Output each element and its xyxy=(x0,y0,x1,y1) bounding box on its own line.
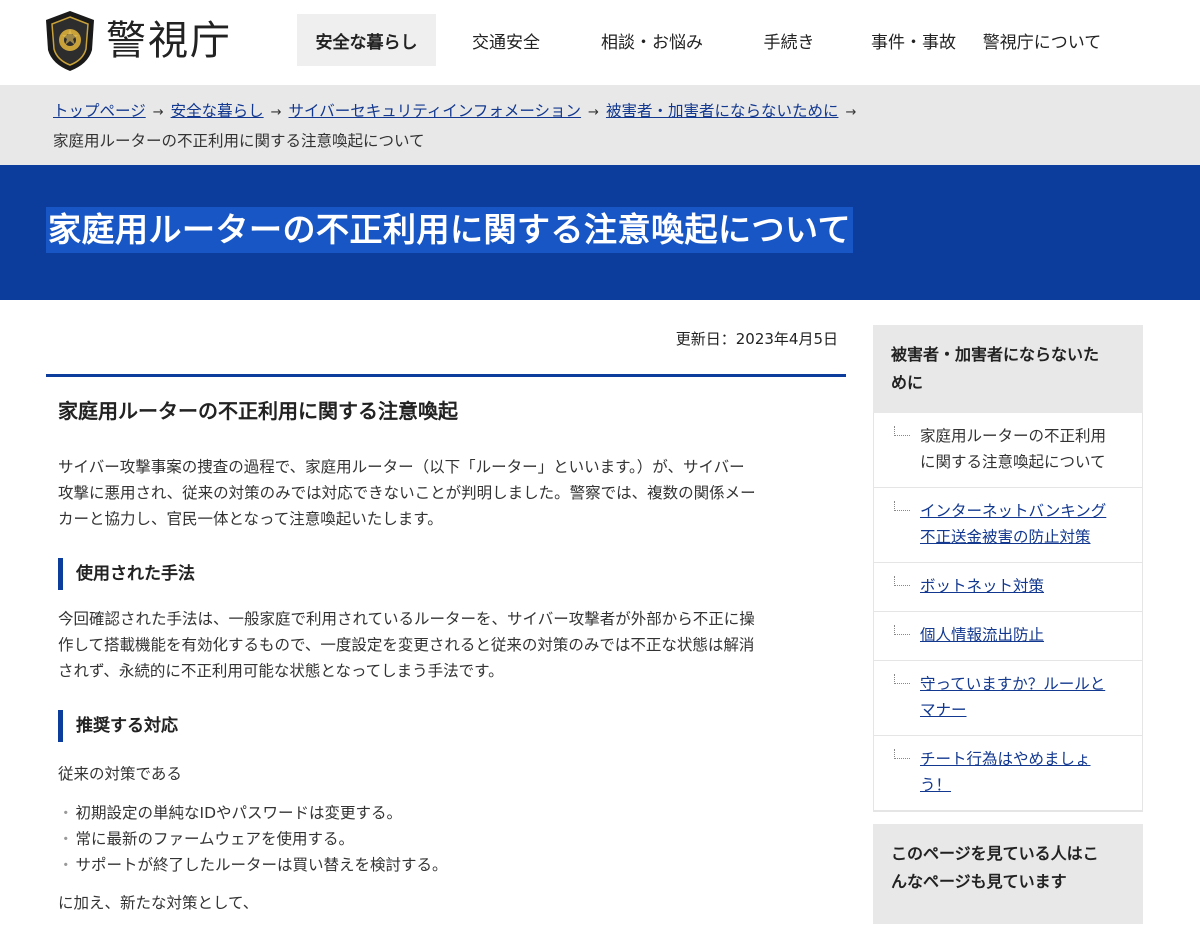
sidebar-item-link[interactable]: 不正送金被害の防止対策 xyxy=(920,528,1091,546)
intro-line: カーと協力し、官民一体となって注意喚起いたします。 xyxy=(58,510,443,528)
article-heading: 家庭用ルーターの不正利用に関する注意喚起 xyxy=(46,374,846,424)
nav-item-safe-living[interactable]: 安全な暮らし xyxy=(297,14,436,66)
sidebar-item-link[interactable]: 守っていますか？ルールと xyxy=(920,675,1105,693)
section-heading-recommended: 推奨する対応 xyxy=(58,710,178,742)
sidebar-item-link[interactable]: インターネットバンキング xyxy=(920,502,1106,520)
sidebar-item-rules-manners[interactable]: 守っていますか？ルールと マナー xyxy=(874,661,1142,736)
sidebar-item-router-alert: 家庭用ルーターの不正利用 に関する注意喚起について xyxy=(874,413,1142,488)
breadcrumb-arrow-icon: → xyxy=(270,105,282,120)
tree-branch-icon xyxy=(894,625,910,635)
intro-paragraph: サイバー攻撃事案の捜査の過程で、家庭用ルーター（以下「ルーター」といいます。）が… xyxy=(58,454,838,532)
sidebar: 被害者・加害者にならないた めに 家庭用ルーターの不正利用 に関する注意喚起につ… xyxy=(873,325,1143,924)
nav-item-traffic-safety[interactable]: 交通安全 xyxy=(436,14,576,66)
sidebar-item-link[interactable]: ボットネット対策 xyxy=(920,577,1044,595)
list-item: サポートが終了したルーターは買い替えを検討する。 xyxy=(58,852,448,878)
tree-branch-icon xyxy=(894,426,910,436)
logo-text: 警視庁 xyxy=(106,18,232,64)
breadcrumb: トップページ → 安全な暮らし → サイバーセキュリティインフォメーション → 被害者・加害… xyxy=(0,85,1200,165)
recommended-lead: 従来の対策である xyxy=(58,765,182,783)
sidebar-title-line: 被害者・加害者にならないた xyxy=(891,345,1100,364)
tree-branch-icon xyxy=(894,749,910,759)
method-line: 作して搭載機能を有効化するもので、一度設定を変更されると従来の対策のみでは不正な… xyxy=(58,636,755,654)
list-item: 初期設定の単純なIDやパスワードは変更する。 xyxy=(58,800,448,826)
method-paragraph: 今回確認された手法は、一般家庭で利用されているルーターを、サイバー攻撃者が外部か… xyxy=(58,606,838,684)
global-nav: 安全な暮らし 交通安全 相談・お悩み 手続き 事件・事故 警視庁について xyxy=(297,14,1107,66)
sidebar-item-cheating[interactable]: チート行為はやめましょ う！ xyxy=(874,736,1142,811)
nav-item-consultation[interactable]: 相談・お悩み xyxy=(576,14,728,66)
sidebar-item-botnet[interactable]: ボットネット対策 xyxy=(874,563,1142,612)
sidebar-item-net-banking[interactable]: インターネットバンキング 不正送金被害の防止対策 xyxy=(874,488,1142,563)
method-line: 今回確認された手法は、一般家庭で利用されているルーターを、サイバー攻撃者が外部か… xyxy=(58,610,755,628)
sidebar-item-label: に関する注意喚起について xyxy=(920,453,1106,471)
sidebar-item-link[interactable]: う！ xyxy=(920,776,951,794)
method-line: されず、永続的に不正利用可能な状態となってしまう手法です。 xyxy=(58,662,504,680)
nav-item-about[interactable]: 警視庁について xyxy=(977,14,1107,66)
sidebar-item-link[interactable]: チート行為はやめましょ xyxy=(920,750,1091,768)
related-title-line: このページを見ている人はこ xyxy=(891,844,1099,863)
section-heading-method: 使用された手法 xyxy=(58,558,195,590)
site-header: 警視庁 安全な暮らし 交通安全 相談・お悩み 手続き 事件・事故 警視庁について xyxy=(0,0,1200,85)
tree-branch-icon xyxy=(894,576,910,586)
tree-branch-icon xyxy=(894,674,910,684)
breadcrumb-arrow-icon: → xyxy=(152,105,164,120)
related-pages-title: このページを見ている人はこ んなページも見ています xyxy=(873,824,1143,924)
breadcrumb-link-safe-living[interactable]: 安全な暮らし xyxy=(171,102,264,120)
sidebar-item-personal-info[interactable]: 個人情報流出防止 xyxy=(874,612,1142,661)
intro-line: 攻撃に悪用され、従来の対策のみでは対応できないことが判明しました。警察では、複数… xyxy=(58,484,756,502)
sidebar-item-label: 家庭用ルーターの不正利用 xyxy=(920,427,1107,445)
nav-item-procedures[interactable]: 手続き xyxy=(728,14,850,66)
breadcrumb-link-victims[interactable]: 被害者・加害者にならないために xyxy=(606,102,839,120)
police-emblem-icon xyxy=(46,11,94,71)
sidebar-list: 家庭用ルーターの不正利用 に関する注意喚起について インターネットバンキング 不… xyxy=(873,413,1143,812)
page-title-band: 家庭用ルーターの不正利用に関する注意喚起について xyxy=(0,165,1200,300)
tree-branch-icon xyxy=(894,501,910,511)
list-item: 常に最新のファームウェアを使用する。 xyxy=(58,826,448,852)
sidebar-title-line: めに xyxy=(891,373,924,392)
related-title-line: んなページも見ています xyxy=(891,872,1067,891)
sidebar-item-link[interactable]: 個人情報流出防止 xyxy=(920,626,1044,644)
page-title: 家庭用ルーターの不正利用に関する注意喚起について xyxy=(46,207,854,253)
recommended-list: 初期設定の単純なIDやパスワードは変更する。 常に最新のファームウェアを使用する… xyxy=(58,800,448,878)
nav-item-incidents[interactable]: 事件・事故 xyxy=(850,14,977,66)
sidebar-title: 被害者・加害者にならないた めに xyxy=(873,325,1143,413)
site-logo[interactable]: 警視庁 xyxy=(44,10,232,72)
updated-date: 更新日：2023年4月5日 xyxy=(675,330,838,348)
breadcrumb-arrow-icon: → xyxy=(588,105,599,120)
breadcrumb-link-cyber-security[interactable]: サイバーセキュリティインフォメーション xyxy=(289,102,582,120)
breadcrumb-link-top[interactable]: トップページ xyxy=(53,102,146,120)
breadcrumb-current: 家庭用ルーターの不正利用に関する注意喚起について xyxy=(53,132,425,150)
intro-line: サイバー攻撃事案の捜査の過程で、家庭用ルーター（以下「ルーター」といいます。）が… xyxy=(58,458,745,476)
breadcrumb-arrow-icon: → xyxy=(845,105,857,120)
recommended-tail: に加え、新たな対策として、 xyxy=(58,894,259,912)
sidebar-item-link[interactable]: マナー xyxy=(920,701,967,719)
